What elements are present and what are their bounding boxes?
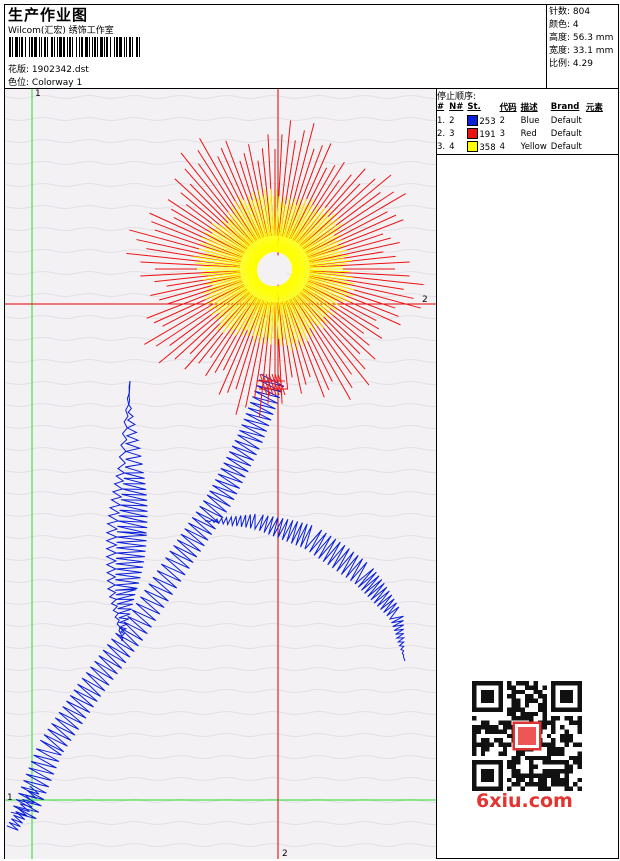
colorway-value: Colorway 1 bbox=[31, 78, 83, 88]
guide-label: 2 bbox=[282, 849, 288, 859]
stop-col-header: # bbox=[437, 102, 445, 112]
stitch-count: 358 bbox=[466, 140, 498, 153]
stop-col-header: St. bbox=[467, 102, 481, 112]
stop-cell: Default bbox=[550, 128, 582, 139]
stat-label: 宽度: bbox=[549, 46, 571, 56]
stat-row: 针数: 804 bbox=[549, 6, 613, 19]
fabric-texture bbox=[5, 95, 436, 847]
stop-cell: Yellow bbox=[520, 141, 547, 152]
stat-value: 56.3 mm bbox=[570, 33, 614, 43]
guide-label: 1 bbox=[35, 89, 41, 99]
stat-row: 宽度: 33.1 mm bbox=[549, 45, 613, 58]
stat-value: 4 bbox=[570, 20, 579, 30]
stop-cell: Default bbox=[550, 115, 582, 126]
stat-row: 比例: 4.29 bbox=[549, 58, 613, 71]
design-label: 花版: bbox=[8, 65, 30, 75]
stop-col-header: 代码 bbox=[499, 103, 517, 113]
color-swatch bbox=[467, 140, 479, 152]
company-name: Wilcom(汇宏) 绣饰工作室 bbox=[8, 26, 114, 36]
stop-row: 2. 3 191 3 Red Default bbox=[436, 127, 606, 140]
stop-cell: 3 bbox=[499, 128, 506, 139]
stop-col-header: Brand bbox=[550, 102, 580, 112]
stat-label: 高度: bbox=[549, 33, 571, 43]
watermark-logo: 6xiu.com bbox=[476, 790, 573, 812]
stop-cell bbox=[585, 127, 606, 140]
stop-table-body: 1. 2 253 2 Blue Default 2. 3 191 3 Red Default 3. 4 35… bbox=[436, 114, 606, 153]
stats-panel: 针数: 804 颜色: 4 高度: 56.3 mm 宽度: 33.1 mm 比例: 4.… bbox=[549, 6, 613, 71]
stitch-count: 253 bbox=[466, 114, 498, 127]
barcode bbox=[9, 37, 140, 57]
colorway-line: 色位: Colorway 1 bbox=[8, 75, 82, 88]
color-swatch bbox=[467, 114, 479, 126]
qr-code bbox=[472, 681, 582, 791]
guide-label: 1 bbox=[7, 793, 13, 803]
stat-row: 颜色: 4 bbox=[549, 19, 613, 32]
stem-stitches bbox=[10, 373, 285, 820]
flower-hole bbox=[257, 254, 287, 286]
embroidery-preview: 1 1 2 2 bbox=[5, 89, 436, 859]
design-file: 1902342.dst bbox=[31, 65, 89, 75]
stop-row: 3. 4 358 4 Yellow Default bbox=[436, 140, 606, 153]
stop-cell: 3 bbox=[449, 128, 455, 139]
stop-cell: 2 bbox=[499, 115, 506, 126]
colorway-label: 色位: bbox=[8, 78, 30, 88]
stat-value: 4.29 bbox=[570, 59, 593, 69]
stop-cell bbox=[585, 114, 606, 127]
stop-table-header: # N# St. 代码 描述 Brand 元素 bbox=[436, 101, 606, 114]
stat-label: 比例: bbox=[549, 59, 571, 69]
design-canvas: 1 1 2 2 bbox=[5, 89, 436, 859]
stop-cell: 3. bbox=[437, 141, 446, 152]
stop-cell: Blue bbox=[520, 115, 540, 126]
stop-row: 1. 2 253 2 Blue Default bbox=[436, 114, 606, 127]
stop-col-header: 描述 bbox=[520, 103, 538, 113]
stop-col-header: 元素 bbox=[585, 103, 603, 113]
stop-cell: 1. bbox=[437, 115, 446, 126]
guide-label: 2 bbox=[422, 295, 428, 305]
stat-label: 颜色: bbox=[549, 20, 571, 30]
stop-cell: Default bbox=[550, 141, 582, 152]
stat-row: 高度: 56.3 mm bbox=[549, 32, 613, 45]
stop-cell: 2 bbox=[449, 115, 455, 126]
stat-label: 针数: bbox=[549, 7, 571, 17]
page-title: 生产作业图 bbox=[8, 6, 89, 24]
stop-cell: 4 bbox=[449, 141, 455, 152]
stop-cell: Red bbox=[520, 128, 537, 139]
guides: 1 1 2 2 bbox=[5, 89, 436, 859]
stem-base-red bbox=[257, 373, 287, 396]
color-swatch bbox=[467, 127, 479, 139]
stop-sequence-table: # N# St. 代码 描述 Brand 元素 1. 2 253 2 Blue Default 2. 3 1… bbox=[436, 101, 606, 153]
stop-cell: 2. bbox=[437, 128, 446, 139]
stop-cell bbox=[585, 140, 606, 153]
stop-cell: 4 bbox=[499, 141, 506, 152]
stitch-count: 191 bbox=[466, 127, 498, 140]
stat-value: 804 bbox=[570, 7, 591, 17]
stat-value: 33.1 mm bbox=[570, 46, 614, 56]
design-line: 花版: 1902342.dst bbox=[8, 62, 89, 75]
stop-col-header: N# bbox=[449, 102, 464, 112]
